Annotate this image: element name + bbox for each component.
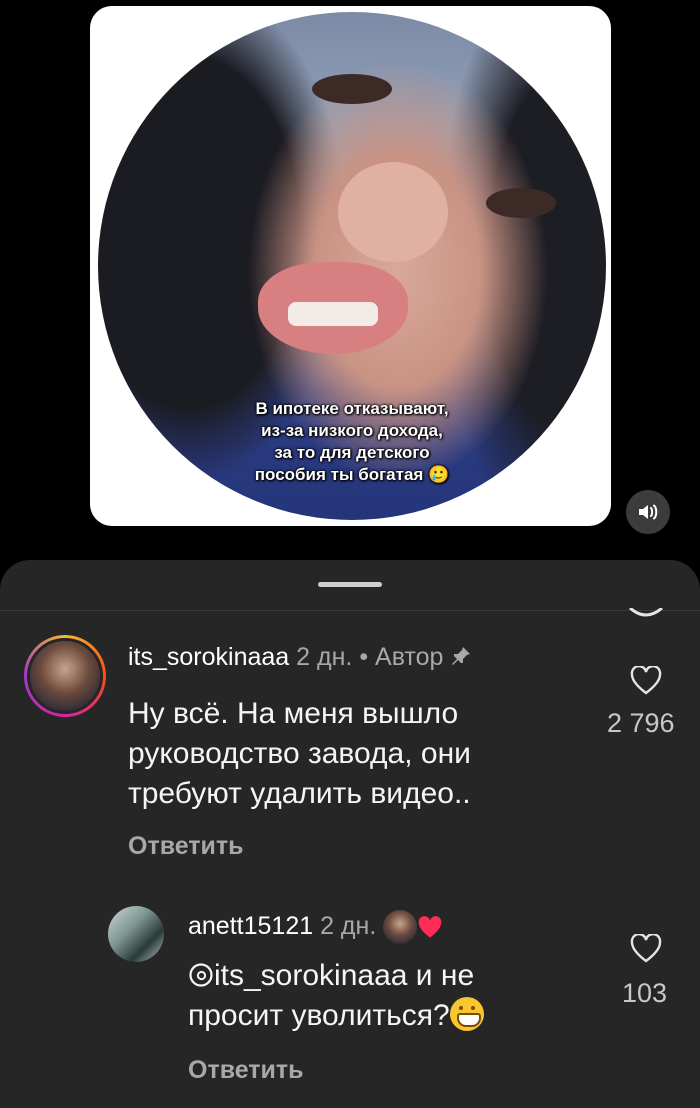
caption-line: В ипотеке отказывают, [255,399,449,418]
mention-link[interactable]: its_sorokinaaa [214,959,407,992]
reply-button[interactable]: Ответить [188,1056,304,1085]
comment-text-line: требуют удалить видео.. [128,777,471,810]
like-count: 103 [622,978,668,1008]
comment-text-line: Ну всё. На меня вышло [128,697,459,730]
comment-text-part: и не [407,959,475,992]
threads-icon [189,963,213,987]
caption-line: за то для детского [274,443,430,462]
comment-text: Ну всё. На меня вышло руководство завода… [128,694,471,814]
heart-icon[interactable] [630,666,662,696]
comment-header: its_sorokinaaa 2 дн. • Автор [128,643,472,672]
comment-username[interactable]: anett15121 [188,912,313,940]
video-frame[interactable]: В ипотеке отказывают, из-за низкого дохо… [98,12,606,520]
author-liked-badge [383,910,449,944]
caption-line: из-за низкого дохода, [261,421,443,440]
comment-text-line: руководство завода, они [128,737,471,770]
grin-emoji-icon [449,997,484,1031]
caption-line: пособия ты богатая 🥲 [254,465,450,484]
video-caption: В ипотеке отказывают, из-за низкого дохо… [98,398,606,486]
video-area: В ипотеке отказывают, из-за низкого дохо… [0,0,700,560]
speaker-icon [639,504,658,520]
avatar[interactable] [24,635,106,717]
face-nose [338,162,448,262]
face-eye-right [486,188,556,218]
pin-icon [452,647,471,665]
comments-sheet: its_sorokinaaa 2 дн. • Автор Ну всё. На … [0,560,700,1108]
drag-handle[interactable] [318,582,382,587]
comment-time: 2 дн. [296,643,353,671]
face-eye-left [312,74,392,104]
comment-header: anett15121 2 дн. [188,910,449,944]
scroll-indicator-icon [626,608,666,622]
avatar[interactable] [108,906,164,962]
like-count: 2 796 [607,708,675,738]
face-teeth [288,302,378,326]
author-avatar-mini [383,910,418,944]
heart-filled-icon [418,916,442,938]
sound-toggle-button[interactable] [626,490,670,534]
comment-text-line: its_sorokinaaa и не [188,956,484,996]
comment-text-part: просит уволиться? [188,999,450,1032]
comment-text: its_sorokinaaa и не просит уволиться? [188,956,484,1036]
reply-button[interactable]: Ответить [128,832,244,861]
divider [0,610,700,611]
comment-text-line: просит уволиться? [188,996,484,1036]
comment-username[interactable]: its_sorokinaaa [128,643,289,671]
comment-time: 2 дн. [320,912,377,940]
heart-icon[interactable] [630,934,662,964]
author-label: • Автор [359,643,444,671]
video-card[interactable]: В ипотеке отказывают, из-за низкого дохо… [90,6,611,526]
